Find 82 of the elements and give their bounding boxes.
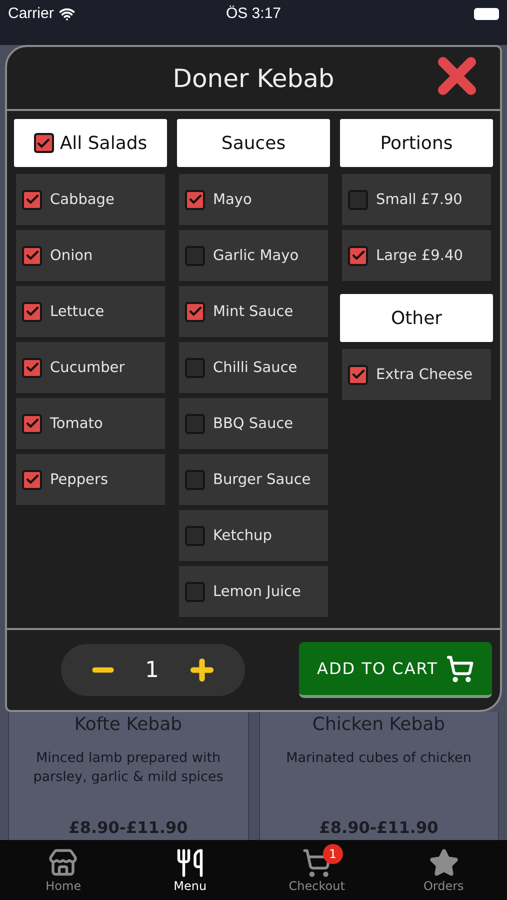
checkbox[interactable] xyxy=(22,358,42,378)
option-row[interactable]: Lettuce xyxy=(16,286,165,337)
dish-price: £8.90-£11.90 xyxy=(319,818,438,837)
clock: ÖS 3:17 xyxy=(226,5,282,22)
option-row[interactable]: Large £9.40 xyxy=(342,230,491,281)
tab-bar-item[interactable]: Orders xyxy=(380,840,507,900)
option-label: Small £7.90 xyxy=(376,192,462,208)
store-icon xyxy=(48,848,78,878)
option-label: Chilli Sauce xyxy=(213,360,298,376)
option-row[interactable]: Onion xyxy=(16,230,165,281)
section-header-label: Sauces xyxy=(221,132,286,154)
checkbox[interactable] xyxy=(348,190,368,210)
option-row[interactable]: Extra Cheese xyxy=(342,349,491,400)
tab-bar-item[interactable]: Menu xyxy=(126,840,254,900)
option-row[interactable]: BBQ Sauce xyxy=(179,398,328,449)
quantity-value: 1 xyxy=(145,658,159,682)
option-row[interactable]: Burger Sauce xyxy=(179,454,328,505)
checkbox[interactable] xyxy=(185,190,205,210)
checkbox[interactable] xyxy=(22,414,42,434)
star-icon xyxy=(428,848,459,878)
checkbox[interactable] xyxy=(185,358,205,378)
carrier-label: Carrier xyxy=(8,5,54,22)
option-label: Cabbage xyxy=(50,192,114,208)
option-row[interactable]: Small £7.90 xyxy=(342,174,491,225)
checkbox[interactable] xyxy=(185,302,205,322)
checkbox[interactable] xyxy=(185,246,205,266)
checkbox[interactable] xyxy=(185,582,205,602)
option-label: Tomato xyxy=(50,416,103,432)
option-label: Extra Cheese xyxy=(376,366,473,382)
cart-icon xyxy=(302,848,332,878)
option-label: Mint Sauce xyxy=(213,304,294,320)
checkbox[interactable] xyxy=(348,246,368,266)
option-label: Lemon Juice xyxy=(213,584,301,600)
option-label: Peppers xyxy=(50,472,108,488)
option-row[interactable]: Mint Sauce xyxy=(179,286,328,337)
fork-knife-icon xyxy=(175,848,206,878)
checkbox[interactable] xyxy=(22,470,42,490)
checkbox[interactable] xyxy=(22,246,42,266)
option-label: Large £9.40 xyxy=(376,248,463,264)
add-to-cart-button[interactable]: ADD TO CART xyxy=(299,642,492,698)
cart-icon xyxy=(446,654,474,682)
option-row[interactable]: Mayo xyxy=(179,174,328,225)
badge: 1 xyxy=(322,844,343,864)
option-row[interactable]: Ketchup xyxy=(179,510,328,561)
tab-bar-item[interactable]: Checkout 1 xyxy=(254,840,380,900)
checkbox[interactable] xyxy=(22,302,42,322)
option-row[interactable]: Chilli Sauce xyxy=(179,342,328,393)
option-label: Ketchup xyxy=(213,528,272,544)
option-row[interactable]: Cucumber xyxy=(16,342,165,393)
battery-icon xyxy=(474,8,499,20)
select-all-toggle[interactable]: All Salads xyxy=(14,119,167,167)
checkbox[interactable] xyxy=(185,526,205,546)
option-row[interactable]: Tomato xyxy=(16,398,165,449)
option-row[interactable]: Cabbage xyxy=(16,174,165,225)
close-icon[interactable] xyxy=(436,55,478,97)
check-icon xyxy=(36,136,52,150)
checkbox[interactable] xyxy=(34,133,54,153)
wifi-icon xyxy=(58,6,75,22)
checkbox[interactable] xyxy=(185,414,205,434)
checkbox[interactable] xyxy=(22,190,42,210)
tab-bar-item[interactable]: Home xyxy=(0,840,127,900)
section-header-label: All Salads xyxy=(60,132,148,154)
dish-title: Kofte Kebab xyxy=(74,714,182,735)
option-label: Lettuce xyxy=(50,304,104,320)
dish-price: £8.90-£11.90 xyxy=(68,818,188,837)
checkbox[interactable] xyxy=(185,470,205,490)
option-row[interactable]: Lemon Juice xyxy=(179,566,328,617)
option-row[interactable]: Garlic Mayo xyxy=(179,230,328,281)
option-label: Onion xyxy=(50,248,93,264)
option-label: Burger Sauce xyxy=(213,472,311,488)
dish-title: Chicken Kebab xyxy=(312,714,446,735)
dish-description: Minced lamb prepared with parsley, garlic & mild spices xyxy=(32,749,224,787)
dish-description: Marinated cubes of chicken xyxy=(286,749,472,768)
checkbox[interactable] xyxy=(348,364,368,384)
section-header-label: Portions xyxy=(380,132,453,154)
option-label: Cucumber xyxy=(50,360,125,376)
option-row[interactable]: Peppers xyxy=(16,454,165,505)
dialog-title: Doner Kebab xyxy=(172,64,334,92)
option-label: Mayo xyxy=(213,192,252,208)
option-label: Garlic Mayo xyxy=(213,248,299,264)
option-label: BBQ Sauce xyxy=(213,416,294,432)
section-header-label: Other xyxy=(390,308,442,328)
